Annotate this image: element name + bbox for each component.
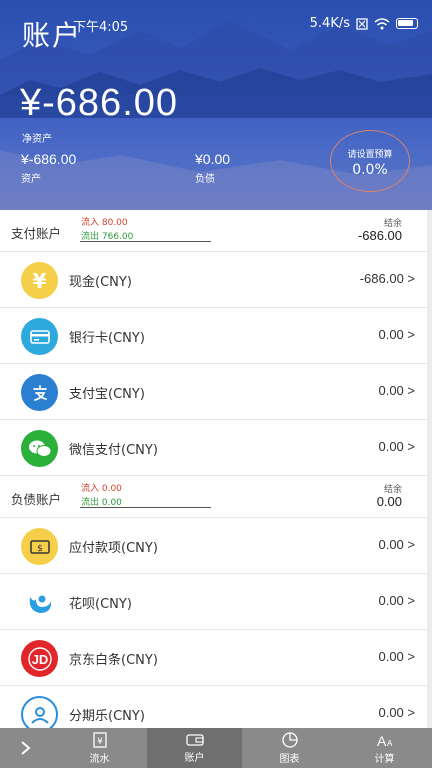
account-amount: 0.00 > (378, 649, 415, 664)
scrollbar[interactable] (427, 210, 432, 728)
flow-divider (80, 241, 211, 242)
battery-icon (396, 18, 418, 29)
account-name: 京东白条(CNY) (69, 653, 158, 668)
balance-value: -686.00 (357, 228, 402, 243)
account-row-alipay[interactable]: 支付宝(CNY) 0.00 > (0, 364, 432, 420)
account-row-bank-card[interactable]: 银行卡(CNY) 0.00 > (0, 308, 432, 364)
payment-accounts-header: 支付账户 流入 80.00 流出 766.00 结余 -686.00 (0, 210, 432, 252)
huabei-icon (21, 584, 58, 621)
svg-text:$: $ (37, 544, 43, 554)
inflow-text: 流入 0.00 (81, 484, 122, 494)
sim-icon (356, 17, 368, 30)
wechat-icon (21, 430, 58, 467)
section-title: 负债账户 (11, 492, 62, 507)
wallet-icon (185, 734, 204, 746)
wifi-icon (374, 17, 390, 29)
account-name: 应付款项(CNY) (69, 541, 158, 556)
svg-text:A: A (387, 739, 393, 748)
ledger-icon: ¥ (92, 732, 107, 748)
yen-icon: ¥ (21, 262, 58, 299)
tab-accounts[interactable]: 账户 (147, 728, 242, 768)
expand-button[interactable] (0, 728, 52, 768)
tab-label: 图表 (279, 754, 300, 765)
account-amount: 0.00 > (378, 537, 415, 552)
chevron-right-icon (21, 741, 31, 755)
network-speed: 5.4K/s (309, 16, 350, 31)
page-title: 账户 (22, 19, 83, 52)
account-amount: 0.00 > (378, 327, 415, 342)
account-amount: -686.00 > (359, 271, 415, 286)
tab-ledger[interactable]: ¥ 流水 (52, 728, 147, 768)
jd-icon: JD (21, 640, 58, 677)
budget-button[interactable]: 请设置预算 0.0% (330, 130, 410, 192)
account-name: 花呗(CNY) (69, 597, 132, 612)
account-row-cash[interactable]: ¥ 现金(CNY) -686.00 > (0, 252, 432, 308)
bank-card-icon (21, 318, 58, 355)
account-name: 银行卡(CNY) (69, 331, 145, 346)
account-row-payables[interactable]: $ 应付款项(CNY) 0.00 > (0, 518, 432, 574)
budget-hint: 请设置预算 (347, 150, 393, 160)
account-row-huabei[interactable]: 花呗(CNY) 0.00 > (0, 574, 432, 630)
account-name: 微信支付(CNY) (69, 443, 158, 458)
liabilities-label: 负债 (195, 174, 215, 185)
account-summary-header: 下午4:05 5.4K/s 账户 ¥-686.00 净资产 ¥-686.00 资… (0, 0, 432, 210)
svg-text:JD: JD (31, 652, 48, 667)
account-name: 分期乐(CNY) (69, 709, 145, 724)
svg-text:A: A (377, 733, 387, 749)
bottom-navigation: ¥ 流水 账户 图表 AA 计算 (0, 728, 432, 768)
pie-chart-icon (281, 732, 298, 748)
account-amount: 0.00 > (378, 593, 415, 608)
net-worth-value: ¥-686.00 (20, 82, 179, 124)
tab-label: 账户 (184, 753, 205, 764)
status-indicators: 5.4K/s (310, 16, 418, 31)
tab-label: 计算 (374, 754, 395, 765)
account-amount: 0.00 > (378, 705, 415, 720)
net-worth-label: 净资产 (22, 134, 52, 145)
account-name: 现金(CNY) (69, 275, 132, 290)
tab-calculator[interactable]: AA 计算 (337, 728, 432, 768)
tab-charts[interactable]: 图表 (242, 728, 337, 768)
budget-percent: 0.0% (352, 162, 388, 178)
assets-label: 资产 (21, 174, 41, 185)
inflow-text: 流入 80.00 (81, 218, 128, 228)
liabilities-value: ¥0.00 (195, 151, 231, 167)
payable-icon: $ (21, 528, 58, 565)
balance-value: 0.00 (376, 494, 402, 509)
tab-label: 流水 (89, 754, 110, 765)
alipay-icon (21, 374, 58, 411)
account-amount: 0.00 > (378, 439, 415, 454)
flow-divider (80, 507, 211, 508)
account-row-jd-baitiao[interactable]: JD 京东白条(CNY) 0.00 > (0, 630, 432, 686)
debt-accounts-header: 负债账户 流入 0.00 流出 0.00 结余 0.00 (0, 476, 432, 518)
account-name: 支付宝(CNY) (69, 387, 145, 402)
section-title: 支付账户 (11, 226, 62, 241)
account-row-wechat-pay[interactable]: 微信支付(CNY) 0.00 > (0, 420, 432, 476)
assets-value: ¥-686.00 (21, 151, 77, 167)
svg-text:¥: ¥ (97, 737, 103, 747)
account-amount: 0.00 > (378, 383, 415, 398)
calculator-icon: AA (377, 733, 393, 749)
